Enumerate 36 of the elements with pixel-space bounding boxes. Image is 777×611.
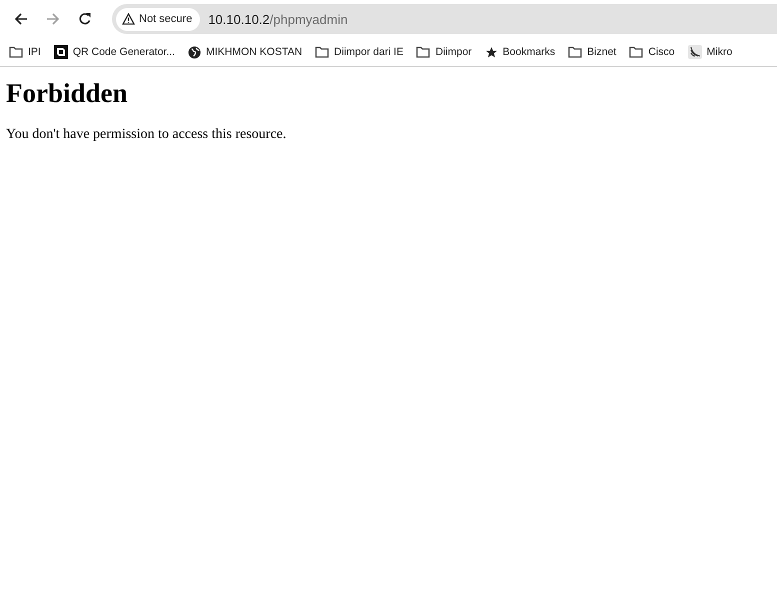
bookmark-item[interactable]: Bookmarks [484, 46, 556, 58]
bookmark-item[interactable]: Cisco [629, 46, 675, 58]
address-bar[interactable]: Not secure 10.10.10.2/phpmyadmin [112, 4, 777, 34]
folder-icon [568, 46, 582, 58]
bookmark-label: MIKHMON KOSTAN [206, 46, 302, 58]
mikrotik-icon [688, 45, 702, 59]
bookmark-label: Diimpor dari IE [334, 46, 404, 58]
star-icon [484, 46, 498, 58]
globe-icon [188, 46, 201, 58]
bookmark-item[interactable]: Diimpor dari IE [315, 46, 404, 58]
bookmark-item[interactable]: IPI [9, 46, 41, 58]
url-text: 10.10.10.2/phpmyadmin [208, 12, 348, 26]
bookmark-item[interactable]: Mikro [688, 45, 732, 59]
qr-code-icon [54, 45, 68, 59]
reload-icon [78, 12, 92, 26]
bookmark-label: Biznet [587, 46, 616, 58]
forward-arrow-icon [46, 12, 60, 26]
folder-icon [9, 46, 23, 58]
folder-icon [629, 46, 644, 58]
bookmark-label: Bookmarks [502, 46, 556, 58]
bookmark-item[interactable]: Diimpor [416, 46, 472, 58]
bookmark-item[interactable]: MIKHMON KOSTAN [188, 46, 302, 58]
bookmark-label: QR Code Generator... [72, 46, 175, 58]
security-chip[interactable]: Not secure [116, 8, 200, 30]
back-arrow-icon [14, 12, 28, 26]
page-heading: Forbidden [6, 78, 129, 109]
warning-icon [122, 13, 135, 25]
bookmark-item[interactable]: QR Code Generator... [54, 45, 175, 59]
bookmark-label: IPI [28, 46, 41, 58]
bookmark-item[interactable]: Biznet [568, 46, 616, 58]
folder-icon [315, 46, 330, 58]
bookmark-label: Mikro [706, 46, 732, 58]
bookmark-label: Cisco [648, 46, 675, 58]
error-message: You don't have permission to access this resource. [6, 127, 288, 143]
folder-icon [416, 46, 430, 58]
bookmark-label: Diimpor [435, 46, 472, 58]
